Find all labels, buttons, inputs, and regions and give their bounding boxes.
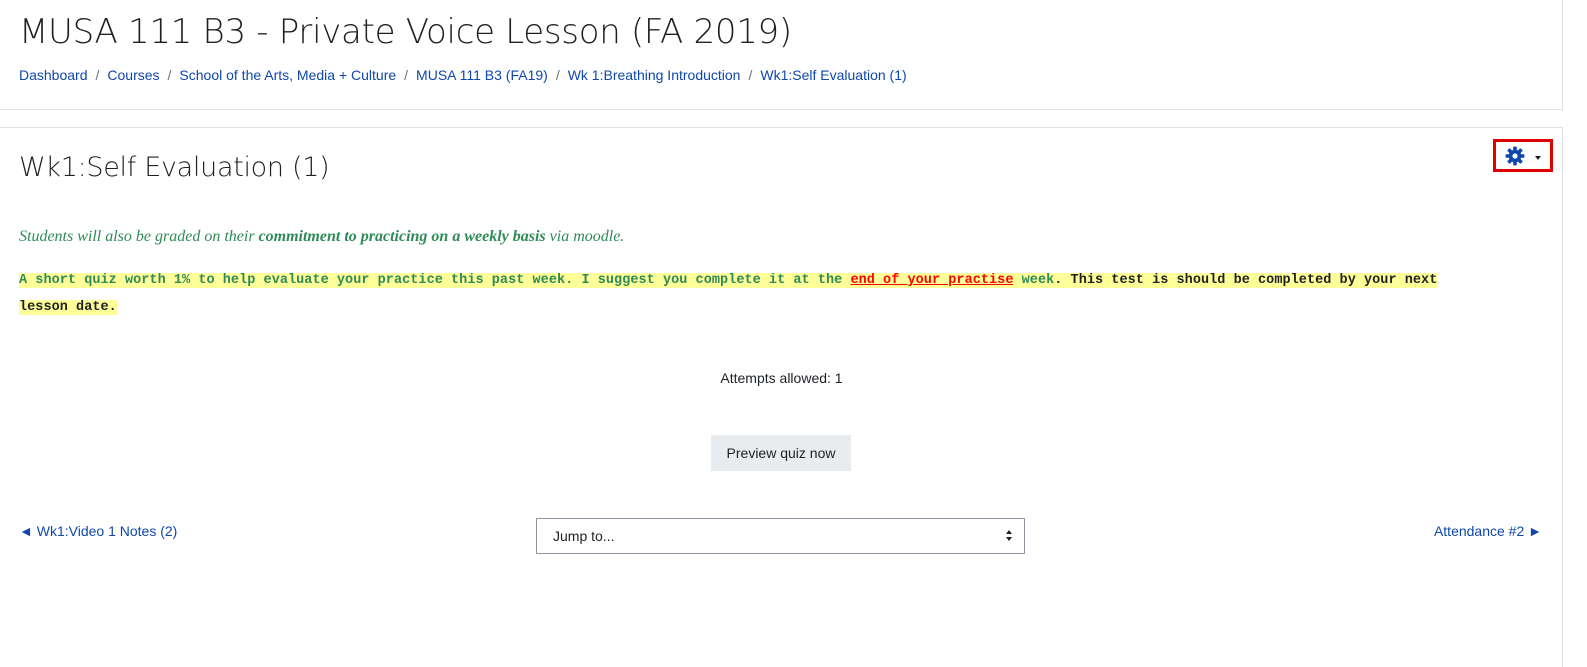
activity-title: Wk1:Self Evaluation (1) — [19, 152, 330, 183]
jump-to-value: Jump to... — [553, 528, 615, 544]
breadcrumb: Dashboard / Courses / School of the Arts… — [19, 65, 907, 85]
breadcrumb-item: / School of the Arts, Media + Culture — [160, 65, 397, 85]
breadcrumb-link-course[interactable]: MUSA 111 B3 (FA19) — [416, 65, 548, 85]
breadcrumb-separator: / — [748, 67, 753, 83]
caret-down-icon — [1535, 155, 1541, 160]
breadcrumb-link-section[interactable]: Wk 1:Breathing Introduction — [568, 65, 741, 85]
previous-activity-label: Wk1:Video 1 Notes (2) — [36, 523, 178, 539]
course-title: MUSA 111 B3 - Private Voice Lesson (FA 2… — [19, 12, 792, 52]
breadcrumb-link-current[interactable]: Wk1:Self Evaluation (1) — [760, 65, 906, 85]
breadcrumb-link-courses[interactable]: Courses — [107, 65, 159, 85]
next-activity-link[interactable]: Attendance #2 ► — [1434, 521, 1542, 541]
settings-menu-button[interactable] — [1493, 139, 1553, 172]
description-text: week — [1013, 273, 1055, 288]
breadcrumb-separator: / — [95, 67, 100, 83]
quiz-description: A short quiz worth 1% to help evaluate y… — [19, 267, 1459, 321]
breadcrumb-separator: / — [167, 67, 172, 83]
next-activity-label: Attendance #2 — [1433, 523, 1525, 539]
select-updown-icon — [1006, 530, 1012, 541]
breadcrumb-item: / Wk1:Self Evaluation (1) — [740, 65, 906, 85]
page-header: MUSA 111 B3 - Private Voice Lesson (FA 2… — [0, 0, 1563, 110]
description-text: A short quiz worth 1% to help evaluate y… — [19, 273, 851, 288]
arrow-left-icon: ◄ — [19, 523, 33, 539]
gear-icon — [1505, 146, 1525, 166]
intro-emphasis: commitment to practicing on a weekly bas… — [258, 228, 546, 245]
description-emphasis: your — [907, 273, 949, 288]
description-emphasis: practise — [948, 273, 1014, 288]
activity-region: Wk1:Self Evaluation (1) Students will al… — [0, 127, 1563, 667]
attempts-allowed: Attempts allowed: 1 — [720, 370, 843, 386]
breadcrumb-item: / Wk 1:Breathing Introduction — [548, 65, 741, 85]
breadcrumb-item: Dashboard — [19, 65, 88, 85]
breadcrumb-link-school[interactable]: School of the Arts, Media + Culture — [179, 65, 396, 85]
intro-text: Students will also be graded on their — [19, 228, 259, 245]
jump-to-select[interactable]: Jump to... — [536, 518, 1025, 554]
activity-intro: Students will also be graded on their co… — [19, 226, 1459, 248]
intro-text-end: via moodle. — [545, 228, 625, 245]
description-emphasis: end of — [850, 273, 908, 288]
breadcrumb-separator: / — [555, 67, 560, 83]
breadcrumb-link-dashboard[interactable]: Dashboard — [19, 65, 88, 85]
previous-activity-link[interactable]: ◄ Wk1:Video 1 Notes (2) — [19, 521, 177, 541]
breadcrumb-item: / MUSA 111 B3 (FA19) — [396, 65, 548, 85]
breadcrumb-separator: / — [404, 67, 409, 83]
arrow-right-icon: ► — [1528, 523, 1542, 539]
preview-quiz-button[interactable]: Preview quiz now — [711, 435, 851, 471]
breadcrumb-item: / Courses — [88, 65, 160, 85]
